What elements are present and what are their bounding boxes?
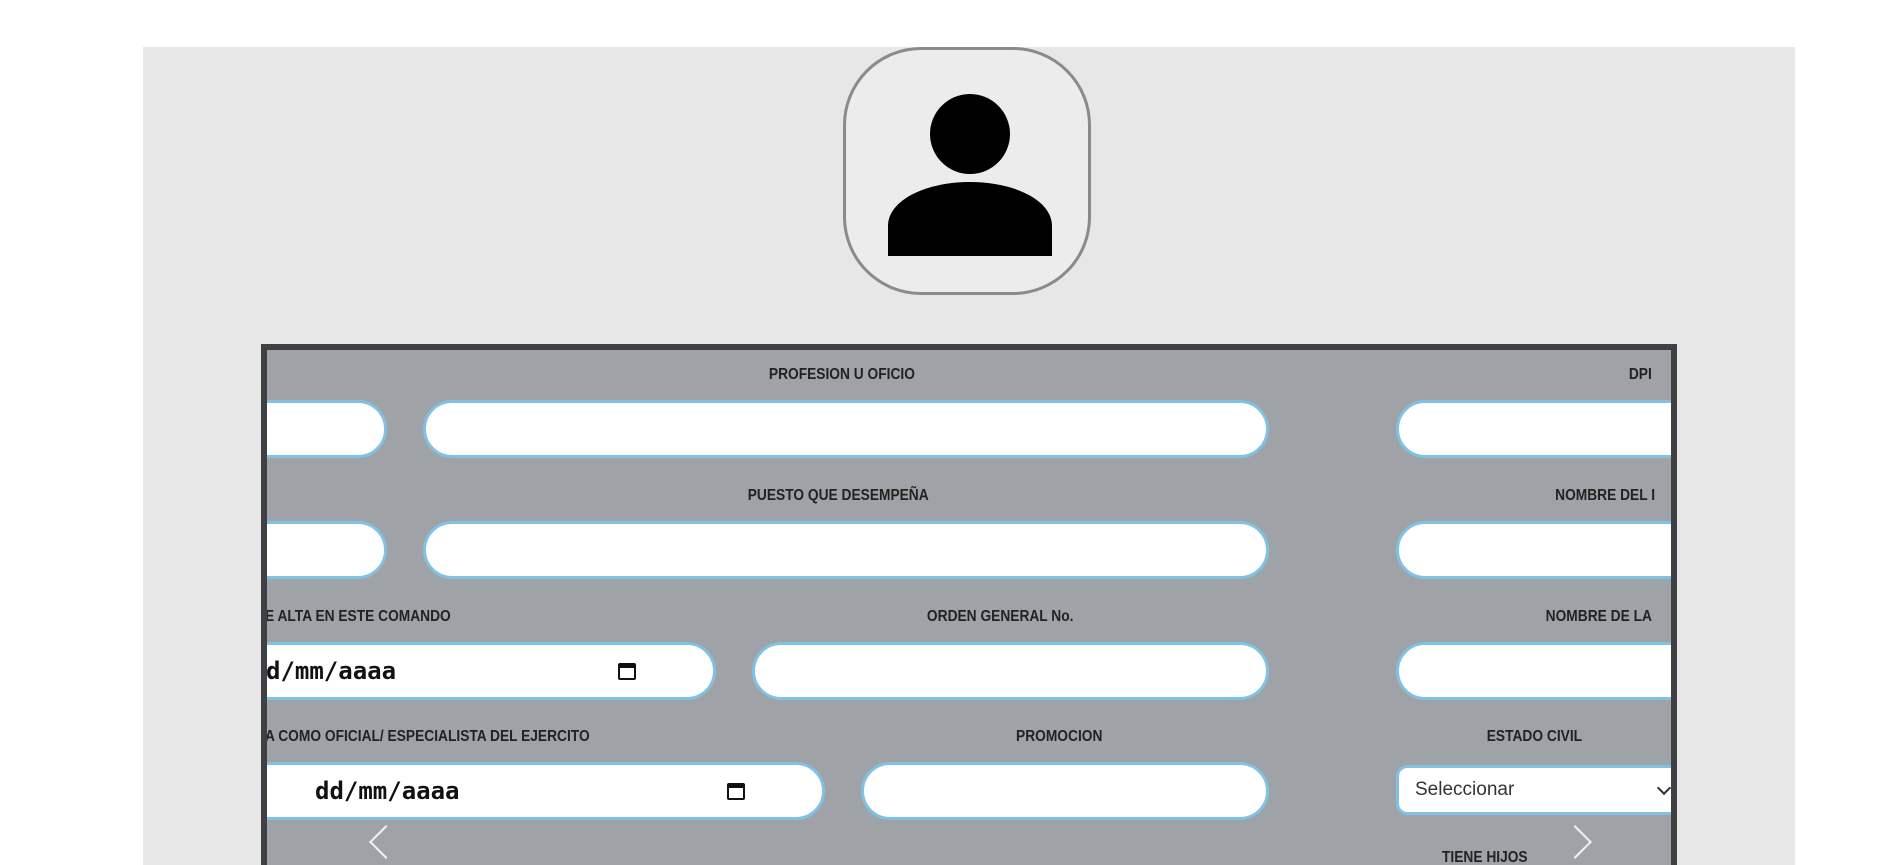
date-oficial-value: dd/mm/aaaa [315,777,460,805]
label-dpi: DPI [1628,366,1652,383]
puesto-input[interactable] [423,521,1269,579]
label-puesto: PUESTO QUE DESEMPEÑA [747,487,929,504]
promocion-input[interactable] [861,762,1269,820]
label-nombre-de-la: NOMBRE DE LA [1545,608,1652,625]
chevron-down-icon [1656,780,1671,796]
estado-civil-value: Seleccionar [1415,779,1515,800]
label-orden-general: ORDEN GENERAL No. [926,608,1074,625]
form-card: PROFESION U OFICIO DPI PUESTO QUE DESEMP… [261,344,1677,865]
label-nombre-del: NOMBRE DEL I [1555,487,1656,504]
fecha-alta-date-input[interactable]: d/mm/aaaa [266,642,716,700]
profesion-input[interactable] [423,400,1269,458]
person-icon [888,94,1052,256]
label-oficial-especialista: A COMO OFICIAL/ ESPECIALISTA DEL EJERCIT… [265,728,590,745]
label-tiene-hijos: TIENE HIJOS [1441,849,1528,865]
calendar-icon[interactable] [727,783,745,800]
profile-photo[interactable] [843,47,1091,295]
field-row2-left[interactable] [267,521,387,579]
calendar-icon[interactable] [618,663,636,680]
chevron-left-icon[interactable] [369,825,403,859]
chevron-right-icon[interactable] [1558,825,1592,859]
nombre-del-input[interactable] [1396,521,1671,579]
date-alta-value: d/mm/aaaa [266,657,397,685]
estado-civil-select[interactable]: Seleccionar [1396,765,1671,815]
orden-general-input[interactable] [752,642,1269,700]
field-row1-left[interactable] [267,400,387,458]
dpi-input[interactable] [1396,400,1671,458]
label-promocion: PROMOCION [1016,728,1103,745]
label-estado-civil: ESTADO CIVIL [1486,728,1583,745]
fecha-oficial-date-input[interactable]: dd/mm/aaaa [267,762,825,820]
nombre-de-la-input[interactable] [1396,642,1671,700]
label-profesion: PROFESION U OFICIO [768,366,915,383]
label-alta-comando: E ALTA EN ESTE COMANDO [265,608,451,625]
